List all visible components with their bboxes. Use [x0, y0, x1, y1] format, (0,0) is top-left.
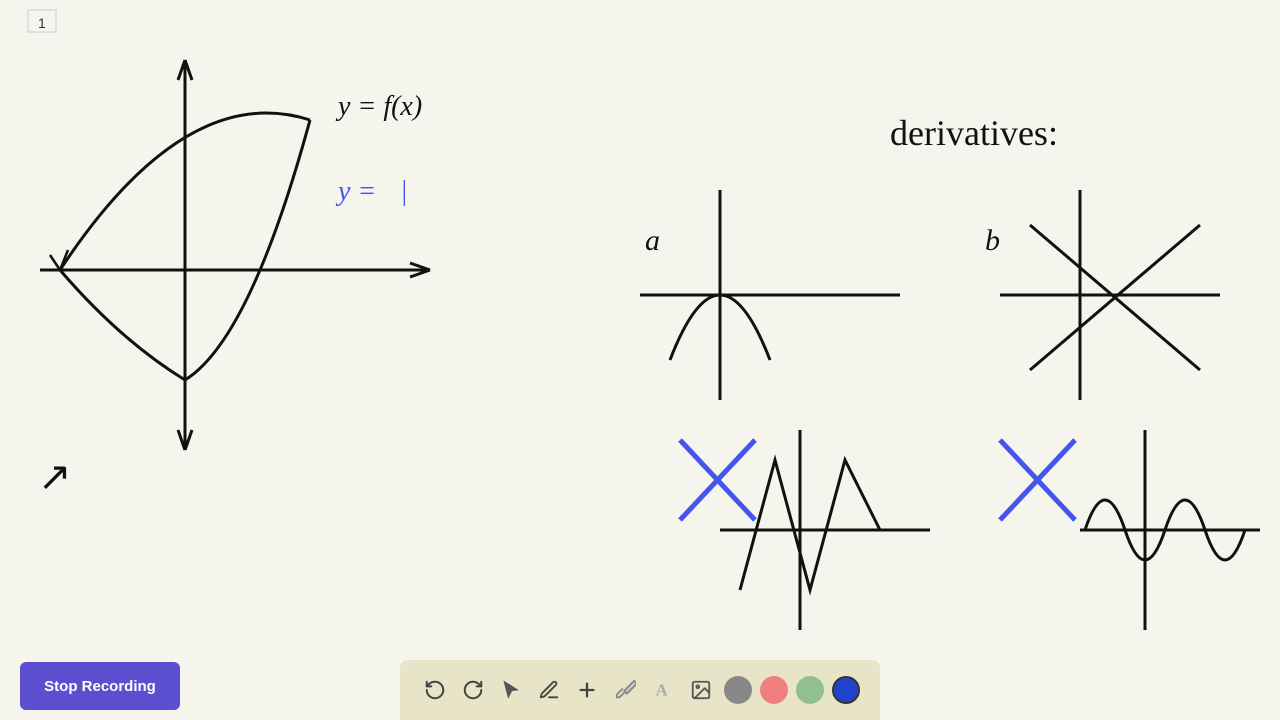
stop-recording-button[interactable]: Stop Recording: [20, 662, 180, 710]
highlighter-button[interactable]: [610, 675, 640, 705]
svg-text:↗: ↗: [38, 455, 72, 499]
svg-text:derivatives:: derivatives:: [890, 113, 1058, 153]
svg-text:A: A: [656, 681, 668, 700]
add-button[interactable]: [572, 675, 602, 705]
svg-text:|: |: [400, 176, 408, 207]
svg-text:b: b: [985, 224, 1000, 257]
canvas-area[interactable]: 1 y = f(x) y = | ↗ derivatives:: [0, 0, 1280, 660]
color-pink[interactable]: [760, 676, 788, 704]
svg-text:y =: y =: [335, 176, 376, 207]
svg-text:a: a: [645, 224, 660, 257]
image-button[interactable]: [686, 675, 716, 705]
toolbar: A: [400, 660, 880, 720]
color-blue[interactable]: [832, 676, 860, 704]
color-green[interactable]: [796, 676, 824, 704]
redo-button[interactable]: [458, 675, 488, 705]
text-tool-button[interactable]: A: [648, 675, 678, 705]
svg-text:y = f(x): y = f(x): [335, 91, 422, 122]
color-gray[interactable]: [724, 676, 752, 704]
svg-text:1: 1: [38, 15, 46, 31]
undo-button[interactable]: [420, 675, 450, 705]
pen-tool-button[interactable]: [534, 675, 564, 705]
select-tool-button[interactable]: [496, 675, 526, 705]
